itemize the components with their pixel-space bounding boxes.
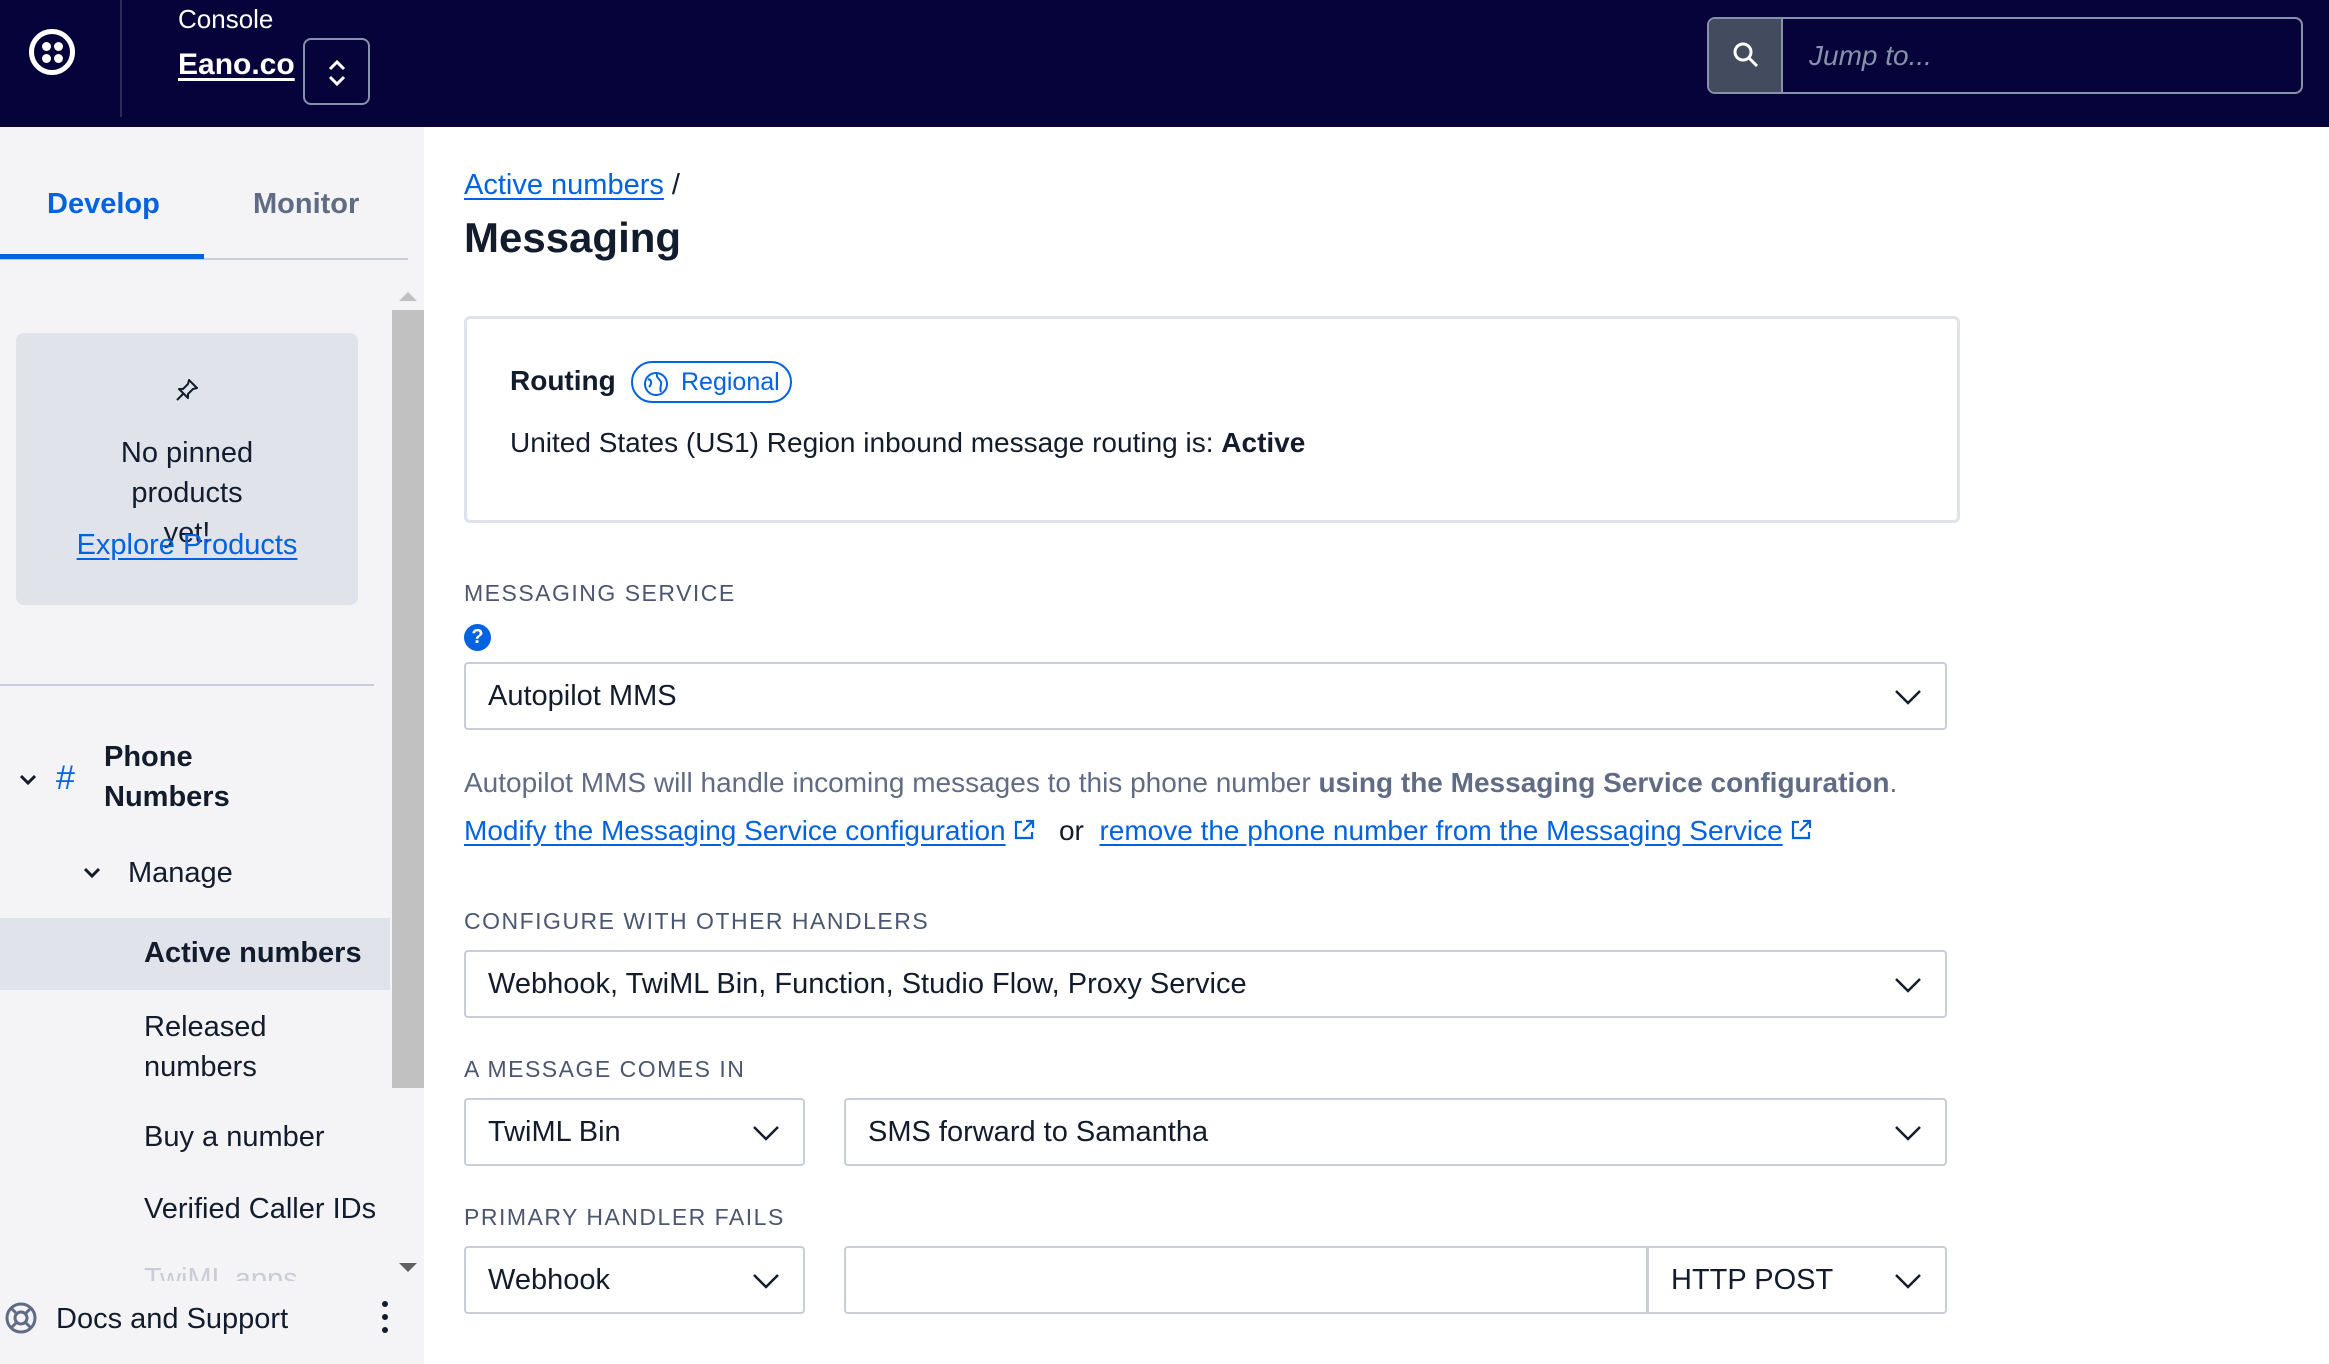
sidebar-item-released-numbers[interactable]: Released numbers [144,1007,284,1087]
tab-develop[interactable]: Develop [47,188,160,221]
messaging-service-label: MESSAGING SERVICE [464,580,736,606]
tab-monitor[interactable]: Monitor [253,188,359,221]
active-tab-indicator [0,254,204,259]
other-handlers-select[interactable]: Webhook, TwiML Bin, Function, Studio Flo… [464,950,1947,1018]
scroll-up-arrow-icon[interactable] [399,292,417,301]
fallback-type-select[interactable]: Webhook [464,1246,805,1314]
regional-badge: Regional [631,361,792,403]
info-suffix: . [1889,767,1898,798]
or-text: or [1058,815,1084,846]
routing-status-prefix: United States (US1) Region inbound messa… [510,427,1222,458]
chevron-down-icon [753,1126,779,1141]
docs-and-support-label[interactable]: Docs and Support [56,1303,288,1336]
message-comes-in-target-value: SMS forward to Samantha [868,1116,1209,1148]
sidebar-item-active-numbers[interactable]: Active numbers [144,937,362,970]
chevron-down-icon [1895,690,1921,705]
fallback-method-select[interactable]: HTTP POST [1647,1246,1947,1314]
search-button[interactable] [1709,19,1783,92]
breadcrumb-active-numbers-link[interactable]: Active numbers [464,169,664,201]
fallback-type-value: Webhook [488,1264,610,1296]
search-input[interactable] [1783,19,2301,92]
sidebar: Develop Monitor No pinned products yet! … [0,127,424,1364]
sidebar-item-phone-numbers[interactable]: Phone Numbers [104,737,254,817]
routing-status-value: Active [1221,427,1306,458]
console-label: Console [178,4,274,34]
chevron-down-icon [1895,1274,1921,1289]
globe-icon [644,372,668,396]
routing-title: Routing [510,365,616,396]
fallback-method-value: HTTP POST [1671,1264,1834,1296]
routing-status-text: United States (US1) Region inbound messa… [510,427,1305,459]
chevron-down-icon[interactable] [82,866,102,880]
pin-icon [176,379,198,401]
account-switcher-button[interactable] [303,38,370,105]
messaging-service-value: Autopilot MMS [488,680,677,712]
explore-products-link[interactable]: Explore Products [16,529,358,562]
scroll-down-arrow-icon[interactable] [399,1263,417,1272]
phone-numbers-hash-icon: # [56,759,75,797]
header-divider [120,0,122,117]
chevron-down-icon [1895,978,1921,993]
lifebuoy-icon [5,1302,37,1334]
fallback-url-input[interactable] [844,1246,1648,1314]
jump-to-search [1707,17,2303,94]
sidebar-divider [0,684,374,686]
chevron-down-icon [753,1274,779,1289]
info-bold: using the Messaging Service configuratio… [1318,767,1890,798]
other-handlers-value: Webhook, TwiML Bin, Function, Studio Flo… [488,968,1247,1000]
message-comes-in-type-value: TwiML Bin [488,1116,621,1148]
modify-messaging-service-link[interactable]: Modify the Messaging Service configurati… [464,815,1006,846]
info-prefix: Autopilot MMS will handle incoming messa… [464,767,1319,798]
page-title: Messaging [464,214,682,261]
breadcrumb: Active numbers / [464,169,680,202]
remove-phone-number-link[interactable]: remove the phone number from the Messagi… [1099,815,1782,846]
sidebar-item-buy-a-number[interactable]: Buy a number [144,1121,325,1154]
external-link-icon [1791,819,1811,840]
chevron-down-icon [1895,1126,1921,1141]
sidebar-tabs: Develop Monitor [0,127,408,260]
chevron-down-icon[interactable] [18,773,38,787]
breadcrumb-separator: / [671,169,680,201]
more-options-icon[interactable] [382,1301,390,1339]
twilio-logo-icon[interactable] [29,29,75,75]
messaging-service-select[interactable]: Autopilot MMS [464,662,1947,730]
primary-handler-fails-label: PRIMARY HANDLER FAILS [464,1204,785,1230]
other-handlers-label: CONFIGURE WITH OTHER HANDLERS [464,908,930,934]
messaging-service-links: Modify the Messaging Service configurati… [464,815,1813,847]
external-link-icon [1014,819,1034,840]
pinned-products-card: No pinned products yet! Explore Products [16,333,358,605]
regional-badge-label: Regional [681,368,780,396]
message-comes-in-target-select[interactable]: SMS forward to Samantha [844,1098,1947,1166]
search-icon [1733,42,1759,68]
docs-and-support-bar[interactable]: Docs and Support [0,1281,410,1364]
top-navigation-bar: Console Eano.co [0,0,2329,127]
messaging-service-info: Autopilot MMS will handle incoming messa… [464,767,1897,799]
message-comes-in-type-select[interactable]: TwiML Bin [464,1098,805,1166]
help-icon[interactable]: ? [464,624,491,651]
sidebar-item-verified-caller-ids[interactable]: Verified Caller IDs [144,1193,376,1226]
message-comes-in-label: A MESSAGE COMES IN [464,1056,746,1082]
sidebar-scrollbar-thumb[interactable] [392,310,424,1088]
chevron-up-down-icon [328,59,346,87]
account-name-link[interactable]: Eano.co [178,48,295,82]
sidebar-item-twiml-apps[interactable]: TwiML apps [144,1263,298,1281]
routing-card: Routing Regional United States (US1) Reg… [464,316,1960,523]
sidebar-item-manage[interactable]: Manage [128,857,233,890]
